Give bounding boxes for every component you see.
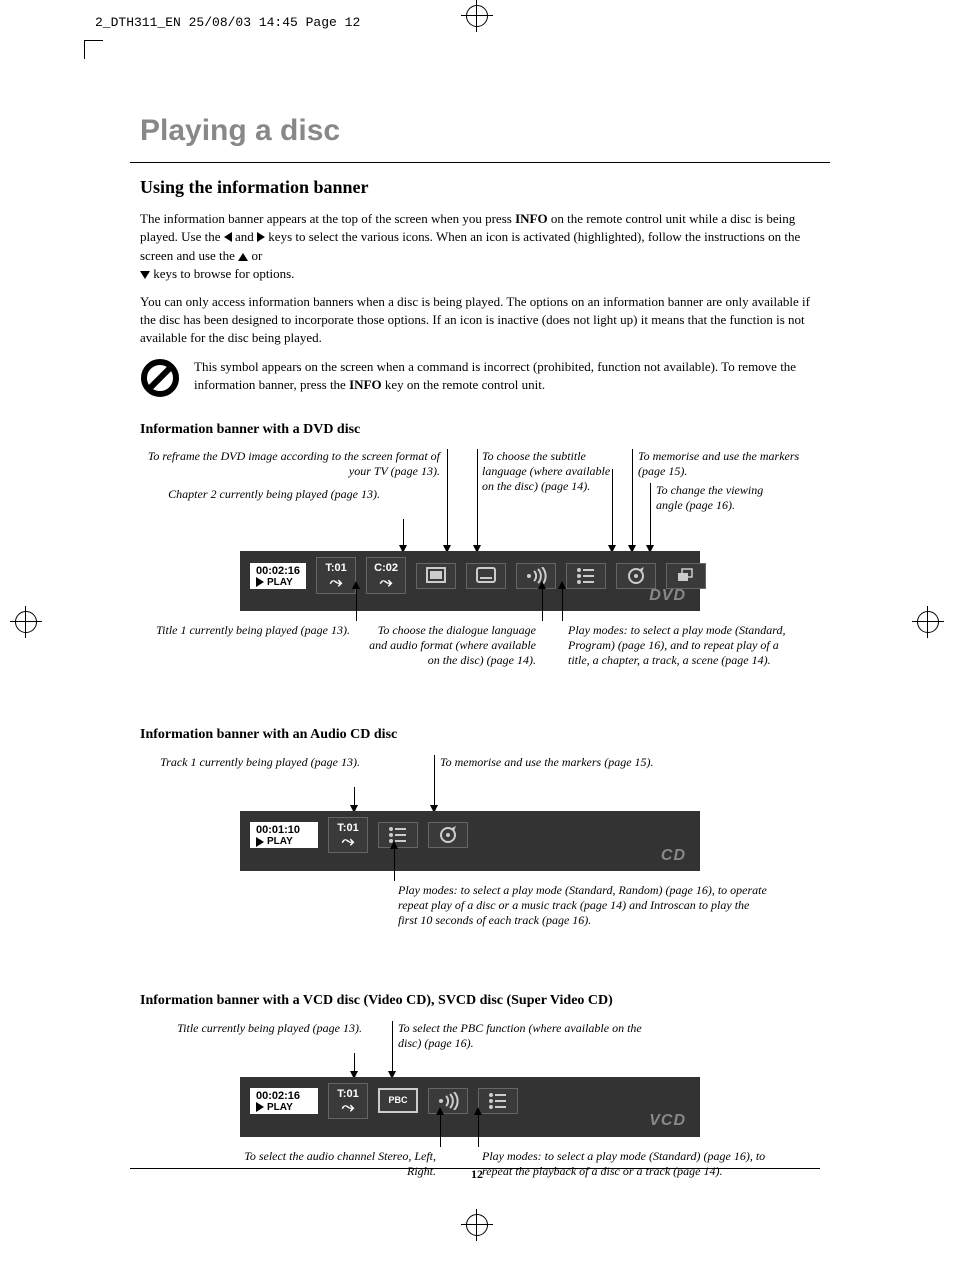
callout-playmodes: Play modes: to select a play mode (Stand… <box>568 623 798 668</box>
page-number: 12 <box>0 1166 954 1183</box>
cd-heading: Information banner with an Audio CD disc <box>140 725 820 745</box>
callout-reframe: To reframe the DVD image according to th… <box>140 449 440 479</box>
registration-mark-right <box>912 606 944 638</box>
time-play-cell: 00:02:16 PLAY <box>250 563 306 589</box>
playmode-icon <box>478 1088 518 1114</box>
dvd-heading: Information banner with a DVD disc <box>140 420 820 440</box>
chapter-cell: C:02⤳ <box>366 557 406 593</box>
dvd-info-banner: 00:02:16 PLAY T:01⤳ C:02⤳ DVD <box>240 551 700 611</box>
playmode-icon <box>378 822 418 848</box>
callout-vcd-title: Title currently being played (page 13). <box>140 1021 362 1036</box>
callout-angle: To change the viewing angle (page 16). <box>656 483 786 513</box>
time-play-cell: 00:01:10 PLAY <box>250 822 318 848</box>
registration-mark-top <box>461 0 493 32</box>
down-arrow-icon <box>140 271 150 279</box>
paragraph: You can only access information banners … <box>140 293 820 348</box>
note-text: This symbol appears on the screen when a… <box>194 358 820 394</box>
vcd-info-banner: 00:02:16 PLAY T:01⤳ PBC VCD <box>240 1077 700 1137</box>
pbc-cell: PBC <box>378 1088 418 1113</box>
vcd-brand-label: VCD <box>649 1110 686 1132</box>
dvd-brand-label: DVD <box>649 585 686 607</box>
cd-info-banner: 00:01:10 PLAY T:01⤳ CD <box>240 811 700 871</box>
audio-icon <box>428 1088 468 1114</box>
callout-track: Track 1 currently being played (page 13)… <box>140 755 360 770</box>
paragraph: The information banner appears at the to… <box>140 210 820 283</box>
up-arrow-icon <box>238 253 248 261</box>
time-play-cell: 00:02:16 PLAY <box>250 1088 318 1114</box>
title-cell: T:01⤳ <box>328 1083 368 1119</box>
section-heading: Using the information banner <box>140 175 820 200</box>
callout-markers: To memorise and use the markers (page 15… <box>638 449 818 479</box>
vcd-heading: Information banner with a VCD disc (Vide… <box>140 991 820 1011</box>
prohibit-icon <box>140 358 180 398</box>
callout-pbc: To select the PBC function (where availa… <box>398 1021 648 1051</box>
corner-mark <box>84 40 103 59</box>
callout-subtitle: To choose the subtitle language (where a… <box>482 449 622 494</box>
playmode-icon <box>566 563 606 589</box>
title-cell: T:01⤳ <box>328 817 368 853</box>
callout-cd-playmodes: Play modes: to select a play mode (Stand… <box>398 883 768 928</box>
marker-icon <box>428 822 468 848</box>
subtitle-icon <box>466 563 506 589</box>
page-title: Playing a disc <box>140 110 820 152</box>
cd-brand-label: CD <box>661 845 686 867</box>
callout-cd-markers: To memorise and use the markers (page 15… <box>440 755 750 770</box>
screen-format-icon <box>416 563 456 589</box>
registration-mark-left <box>10 606 42 638</box>
audio-icon <box>516 563 556 589</box>
callout-dialogue: To choose the dialogue language and audi… <box>368 623 536 668</box>
callout-title: Title 1 currently being played (page 13)… <box>140 623 350 638</box>
right-arrow-icon <box>257 232 265 242</box>
crop-header: 2_DTH311_EN 25/08/03 14:45 Page 12 <box>95 14 360 32</box>
left-arrow-icon <box>224 232 232 242</box>
title-cell: T:01⤳ <box>316 557 356 593</box>
callout-chapter: Chapter 2 currently being played (page 1… <box>140 487 380 502</box>
divider <box>130 162 830 163</box>
